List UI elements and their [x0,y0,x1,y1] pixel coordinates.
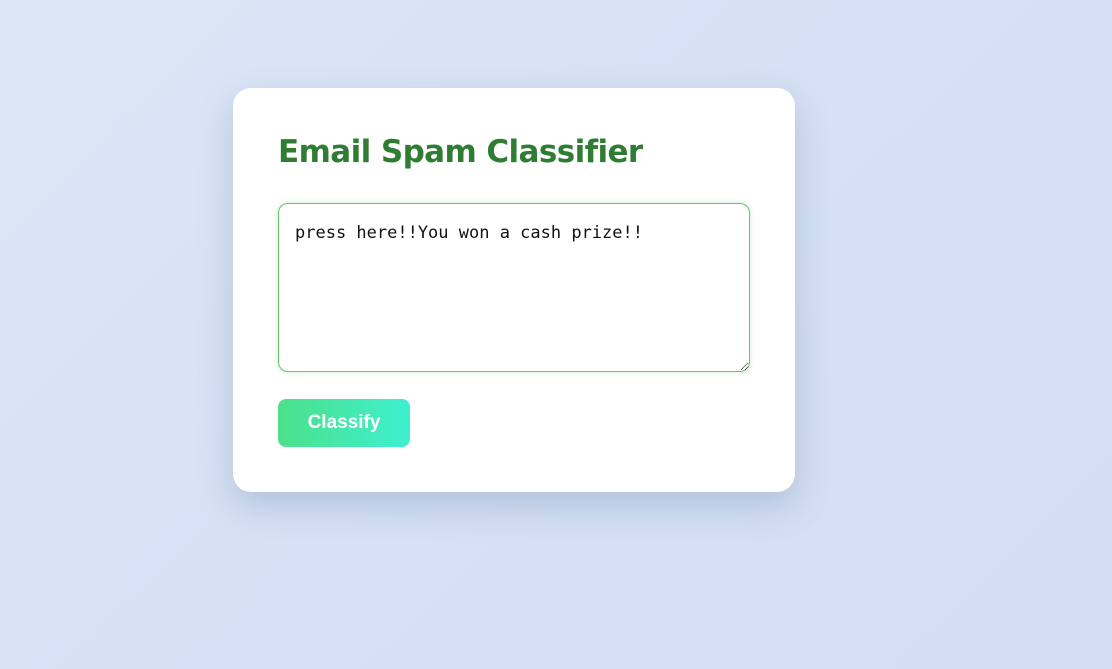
email-textarea[interactable]: press here!!You won a cash prize!! [278,203,750,372]
page-title: Email Spam Classifier [278,134,643,170]
email-input-wrapper: press here!!You won a cash prize!! [278,203,750,372]
classifier-card: Email Spam Classifier press here!!You wo… [233,88,795,492]
classify-button[interactable]: Classify [278,399,410,447]
